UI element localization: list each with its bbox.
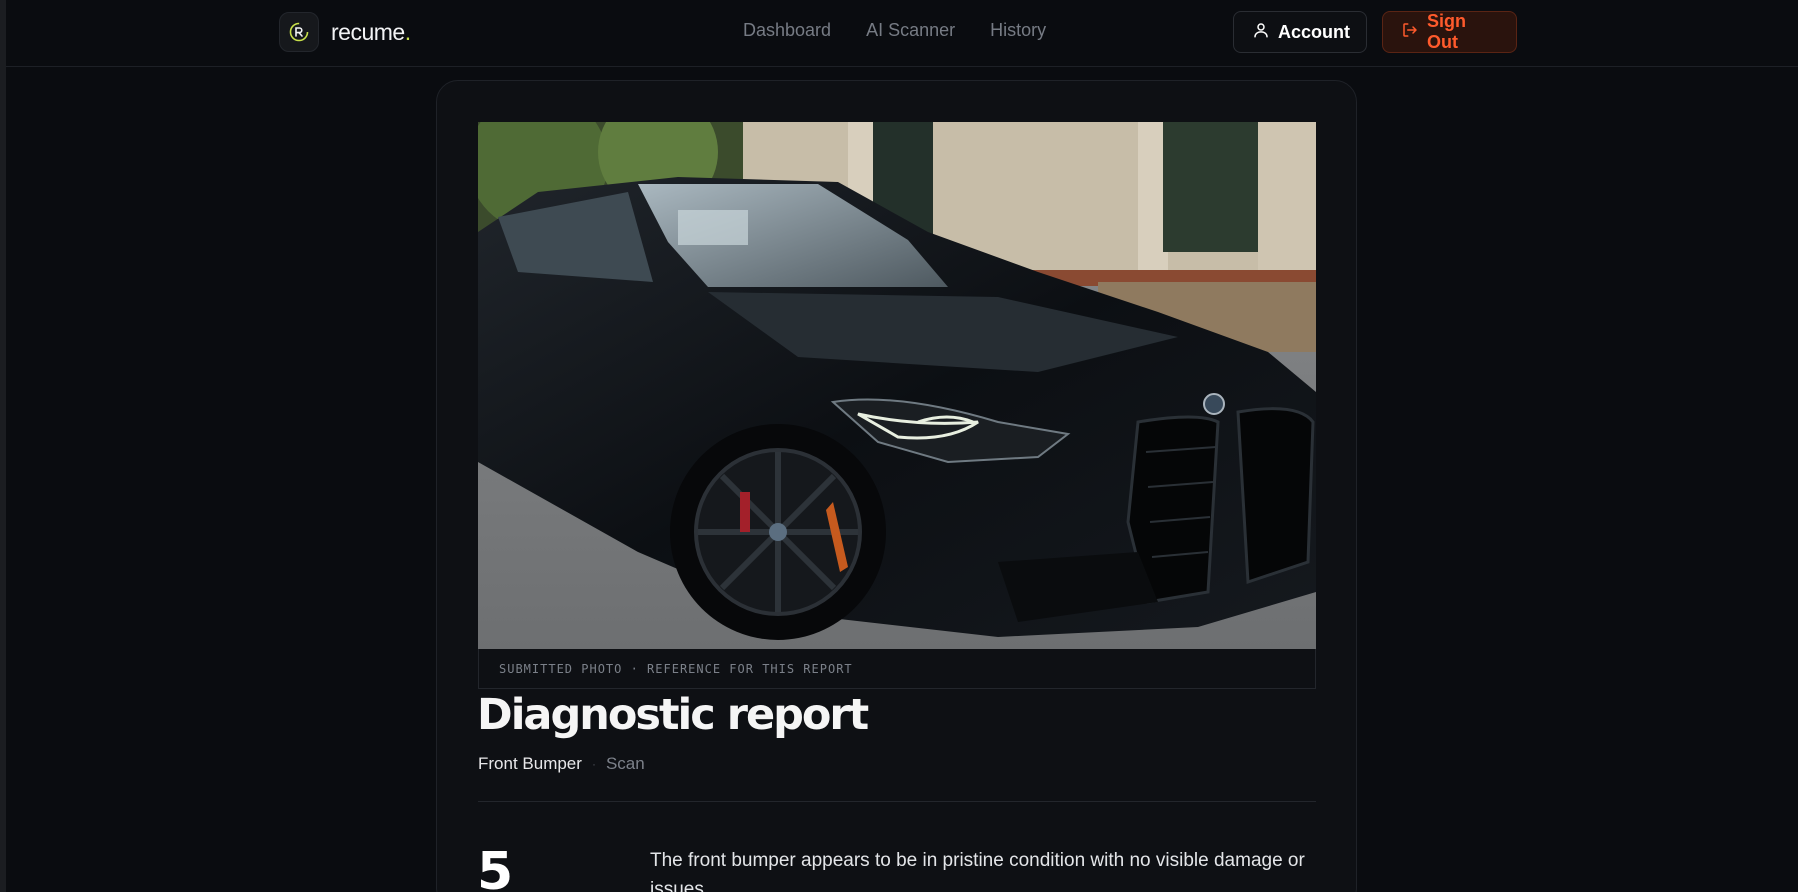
page-title: Diagnostic report <box>477 690 869 740</box>
main-nav: Dashboard AI Scanner History <box>743 20 1046 41</box>
sign-out-icon <box>1401 21 1419 44</box>
account-button[interactable]: Account <box>1233 11 1367 53</box>
report-meta: Front Bumper · Scan <box>478 754 645 774</box>
section-divider <box>478 801 1316 802</box>
photo-caption: SUBMITTED PHOTO · REFERENCE FOR THIS REP… <box>478 649 1316 689</box>
report-type: Scan <box>605 754 645 773</box>
sign-out-button[interactable]: Sign Out <box>1382 11 1517 53</box>
inspected-part: Front Bumper <box>478 754 582 773</box>
brand[interactable]: recume. <box>279 12 411 52</box>
account-button-label: Account <box>1278 21 1350 42</box>
sign-out-button-label: Sign Out <box>1427 11 1466 52</box>
top-navigation-bar: recume. Dashboard AI Scanner History <box>6 0 1798 67</box>
window-left-edge <box>0 0 6 892</box>
report-summary: The front bumper appears to be in pristi… <box>650 850 1305 892</box>
nav-link-dashboard[interactable]: Dashboard <box>743 20 831 41</box>
nav-link-history[interactable]: History <box>990 20 1046 41</box>
condition-score: 5 <box>477 842 513 892</box>
nav-link-ai-scanner[interactable]: AI Scanner <box>866 20 955 41</box>
recume-logo-icon <box>279 12 319 52</box>
brand-name: recume. <box>331 18 411 45</box>
user-icon <box>1252 21 1270 44</box>
submitted-car-photo <box>478 122 1316 649</box>
meta-separator: · <box>591 757 596 771</box>
